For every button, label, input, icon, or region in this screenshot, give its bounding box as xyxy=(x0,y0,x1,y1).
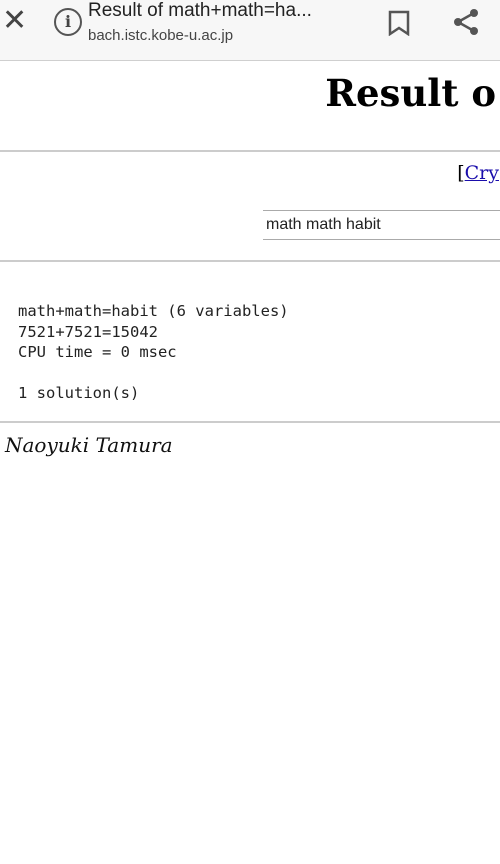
page-heading: Result o xyxy=(325,71,496,115)
result-line: 7521+7521=15042 xyxy=(18,322,158,341)
divider xyxy=(0,260,500,262)
nav-links: [Cry xyxy=(457,162,499,184)
url-text[interactable]: bach.istc.kobe-u.ac.jp xyxy=(88,27,233,44)
bracket: [ xyxy=(457,162,465,184)
author-name: Naoyuki Tamura xyxy=(5,433,173,457)
browser-toolbar: ✕ i Result of math+math=ha... bach.istc.… xyxy=(0,0,500,61)
result-line: 1 solution(s) xyxy=(18,384,140,402)
divider xyxy=(0,150,500,152)
info-icon[interactable]: i xyxy=(54,8,82,36)
puzzle-input[interactable]: math math habit xyxy=(263,210,500,240)
page-title: Result of math+math=ha... xyxy=(88,0,312,21)
nav-link[interactable]: Cry xyxy=(465,162,499,184)
share-icon[interactable] xyxy=(452,8,480,36)
result-line: CPU time = 0 msec xyxy=(18,343,177,361)
divider xyxy=(0,421,500,423)
result-output: math+math=habit (6 variables) 7521+7521=… xyxy=(18,301,289,404)
close-icon[interactable]: ✕ xyxy=(2,6,27,36)
bookmark-icon[interactable] xyxy=(388,10,410,36)
result-line: math+math=habit (6 variables) xyxy=(18,302,289,320)
